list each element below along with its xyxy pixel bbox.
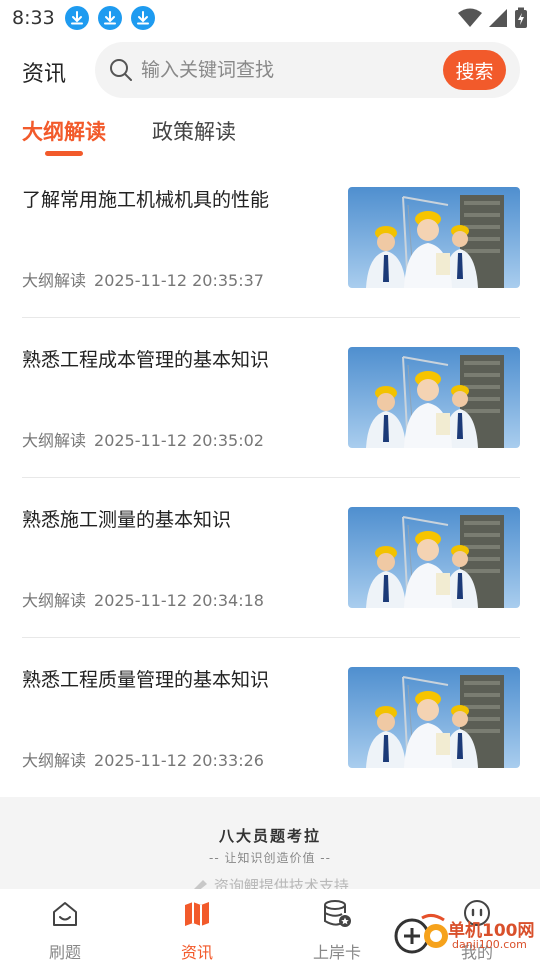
article-thumbnail (348, 507, 520, 608)
divider (22, 317, 520, 318)
article-thumbnail (348, 347, 520, 448)
footer-brand: 八大员题考拉 (218, 827, 321, 845)
watermark: 单机100网 danji100.com (392, 910, 540, 960)
status-bar: 8:33 (0, 0, 540, 36)
article-meta: 大纲解读 2025-11-12 20:35:02 (22, 427, 264, 451)
article-category: 大纲解读 (22, 431, 87, 450)
article-category: 大纲解读 (22, 591, 87, 610)
article-title: 了解常用施工机械机具的性能 (22, 189, 270, 211)
article-thumbnail (348, 667, 520, 768)
footer-band: 八大员题考拉 -- 让知识创造价值 -- 资询鲤提供技术支持 (0, 797, 540, 895)
article-time: 2025-11-12 20:35:37 (94, 271, 264, 290)
article-title: 熟悉工程质量管理的基本知识 (22, 669, 270, 691)
nav-label: 资讯 (180, 943, 213, 960)
article-title: 熟悉施工测量的基本知识 (22, 509, 232, 531)
article-thumbnail (348, 187, 520, 288)
nav-label: 上岸卡 (312, 943, 361, 960)
article-item[interactable]: 了解常用施工机械机具的性能 大纲解读 2025-11-12 20:35:37 (22, 187, 520, 347)
article-meta: 大纲解读 2025-11-12 20:35:37 (22, 267, 264, 291)
divider (22, 477, 520, 478)
watermark-logo (394, 913, 448, 954)
download-icon (64, 6, 89, 30)
search-icon (110, 59, 132, 81)
article-meta: 大纲解读 2025-11-12 20:34:18 (22, 587, 264, 611)
tab-indicator (45, 151, 83, 156)
map-icon (185, 902, 209, 926)
nav-item-pass-card[interactable]: 上岸卡 (287, 899, 387, 960)
wifi-icon (458, 8, 482, 27)
search-input[interactable] (141, 54, 431, 86)
signal-icon (489, 9, 507, 27)
article-title: 熟悉工程成本管理的基本知识 (22, 349, 270, 371)
download-icon (97, 6, 122, 30)
tab-outline-interpretation[interactable]: 大纲解读 (22, 116, 106, 146)
article-category: 大纲解读 (22, 271, 87, 290)
status-time: 8:33 (12, 7, 55, 29)
article-time: 2025-11-12 20:34:18 (94, 591, 264, 610)
search-button[interactable]: 搜索 (443, 50, 506, 90)
watermark-subtext: danji100.com (452, 938, 527, 951)
article-time: 2025-11-12 20:33:26 (94, 751, 264, 770)
nav-item-questions[interactable]: 刷题 (15, 899, 115, 960)
database-star-icon (324, 900, 351, 927)
footer-slogan: -- 让知识创造价值 -- (209, 851, 331, 865)
article-meta: 大纲解读 2025-11-12 20:33:26 (22, 747, 264, 771)
download-icon (130, 6, 155, 30)
article-item[interactable]: 熟悉工程成本管理的基本知识 大纲解读 2025-11-12 20:35:02 (22, 347, 520, 507)
article-category: 大纲解读 (22, 751, 87, 770)
article-time: 2025-11-12 20:35:02 (94, 431, 264, 450)
battery-icon (515, 7, 527, 28)
page-title: 资讯 (22, 62, 67, 87)
tab-bar: 大纲解读 政策解读 (0, 112, 540, 162)
header: 资讯 搜索 (0, 42, 540, 98)
nav-item-news[interactable]: 资讯 (147, 899, 247, 960)
search-box[interactable]: 搜索 (95, 42, 520, 98)
article-item[interactable]: 熟悉施工测量的基本知识 大纲解读 2025-11-12 20:34:18 (22, 507, 520, 667)
tab-policy-interpretation[interactable]: 政策解读 (152, 116, 236, 146)
home-icon (53, 902, 77, 926)
nav-label: 刷题 (48, 943, 81, 960)
divider (22, 637, 520, 638)
status-indicators (458, 7, 528, 29)
